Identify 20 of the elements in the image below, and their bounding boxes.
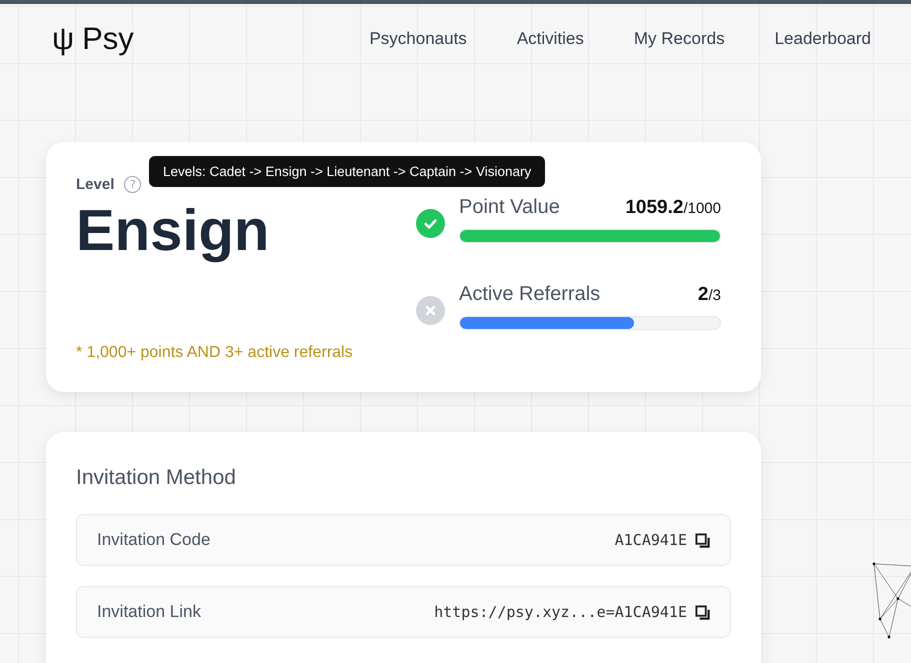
- metric-value: 1059.2/1000: [625, 197, 721, 219]
- nav-link[interactable]: Activities: [516, 29, 584, 49]
- metric-label: Active Referrals: [459, 283, 600, 306]
- logo[interactable]: ψ Psy: [52, 21, 134, 57]
- metric-value: 2/3: [698, 284, 721, 306]
- copy-icon[interactable]: [695, 532, 710, 548]
- copy-icon[interactable]: [695, 604, 710, 620]
- nav-link[interactable]: Leaderboard: [774, 29, 871, 49]
- row-value: https://psy.xyz...e=A1CA941E: [434, 603, 687, 621]
- metric-label: Point Value: [459, 196, 560, 219]
- nav-link[interactable]: My Records: [634, 29, 725, 49]
- tooltip: Levels: Cadet -> Ensign -> Lieutenant -> Captain -> Visionary: [149, 156, 546, 187]
- level-name: Ensign: [76, 197, 270, 264]
- row-label: Invitation Link: [97, 602, 202, 622]
- nav-link[interactable]: Psychonauts: [369, 29, 467, 49]
- row-value: A1CA941E: [614, 531, 687, 549]
- row-label: Invitation Code: [97, 530, 212, 550]
- level-label: Level: [76, 176, 114, 193]
- section-title: Invitation Method: [76, 466, 237, 490]
- requirement-note: * 1,000+ points AND 3+ active referrals: [76, 344, 354, 362]
